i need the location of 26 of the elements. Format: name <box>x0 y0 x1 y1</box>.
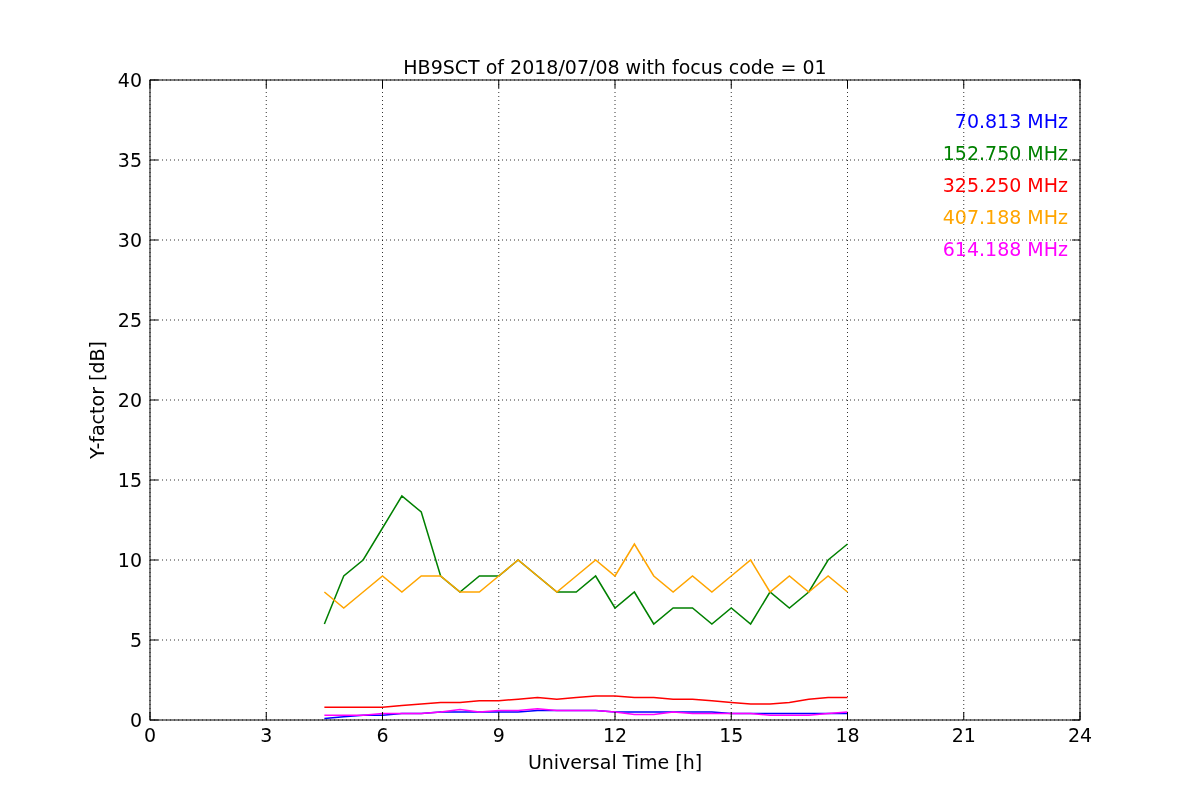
legend-label: 152.750 MHz <box>942 142 1068 164</box>
tick-label: 9 <box>492 724 505 746</box>
tick-label: 0 <box>143 724 157 746</box>
tick-label: 24 <box>1067 724 1093 746</box>
tick-label: 12 <box>602 724 628 746</box>
tick-label: 10 <box>117 549 142 571</box>
tick-label: 35 <box>117 149 142 171</box>
tick-label: 3 <box>260 724 273 746</box>
legend-label: 325.250 MHz <box>942 174 1068 196</box>
tick-label: 6 <box>376 724 389 746</box>
legend-label: 70.813 MHz <box>954 110 1068 132</box>
chart-title: HB9SCT of 2018/07/08 with focus code = 01 <box>403 56 827 78</box>
tick-label: 40 <box>117 69 142 91</box>
tick-label: 15 <box>117 469 142 491</box>
tick-label: 20 <box>117 389 142 411</box>
x-axis-label: Universal Time [h] <box>527 751 703 773</box>
tick-label: 30 <box>117 229 142 251</box>
tick-label: 15 <box>719 724 744 746</box>
legend-label: 614.188 MHz <box>942 238 1068 260</box>
tick-label: 18 <box>835 724 860 746</box>
tick-label: 0 <box>129 709 142 731</box>
tick-label: 5 <box>129 629 142 651</box>
y-axis-label: Y-factor [dB] <box>86 341 108 459</box>
tick-label: 21 <box>951 724 976 746</box>
legend-label: 407.188 MHz <box>942 206 1068 228</box>
tick-label: 25 <box>117 309 142 331</box>
